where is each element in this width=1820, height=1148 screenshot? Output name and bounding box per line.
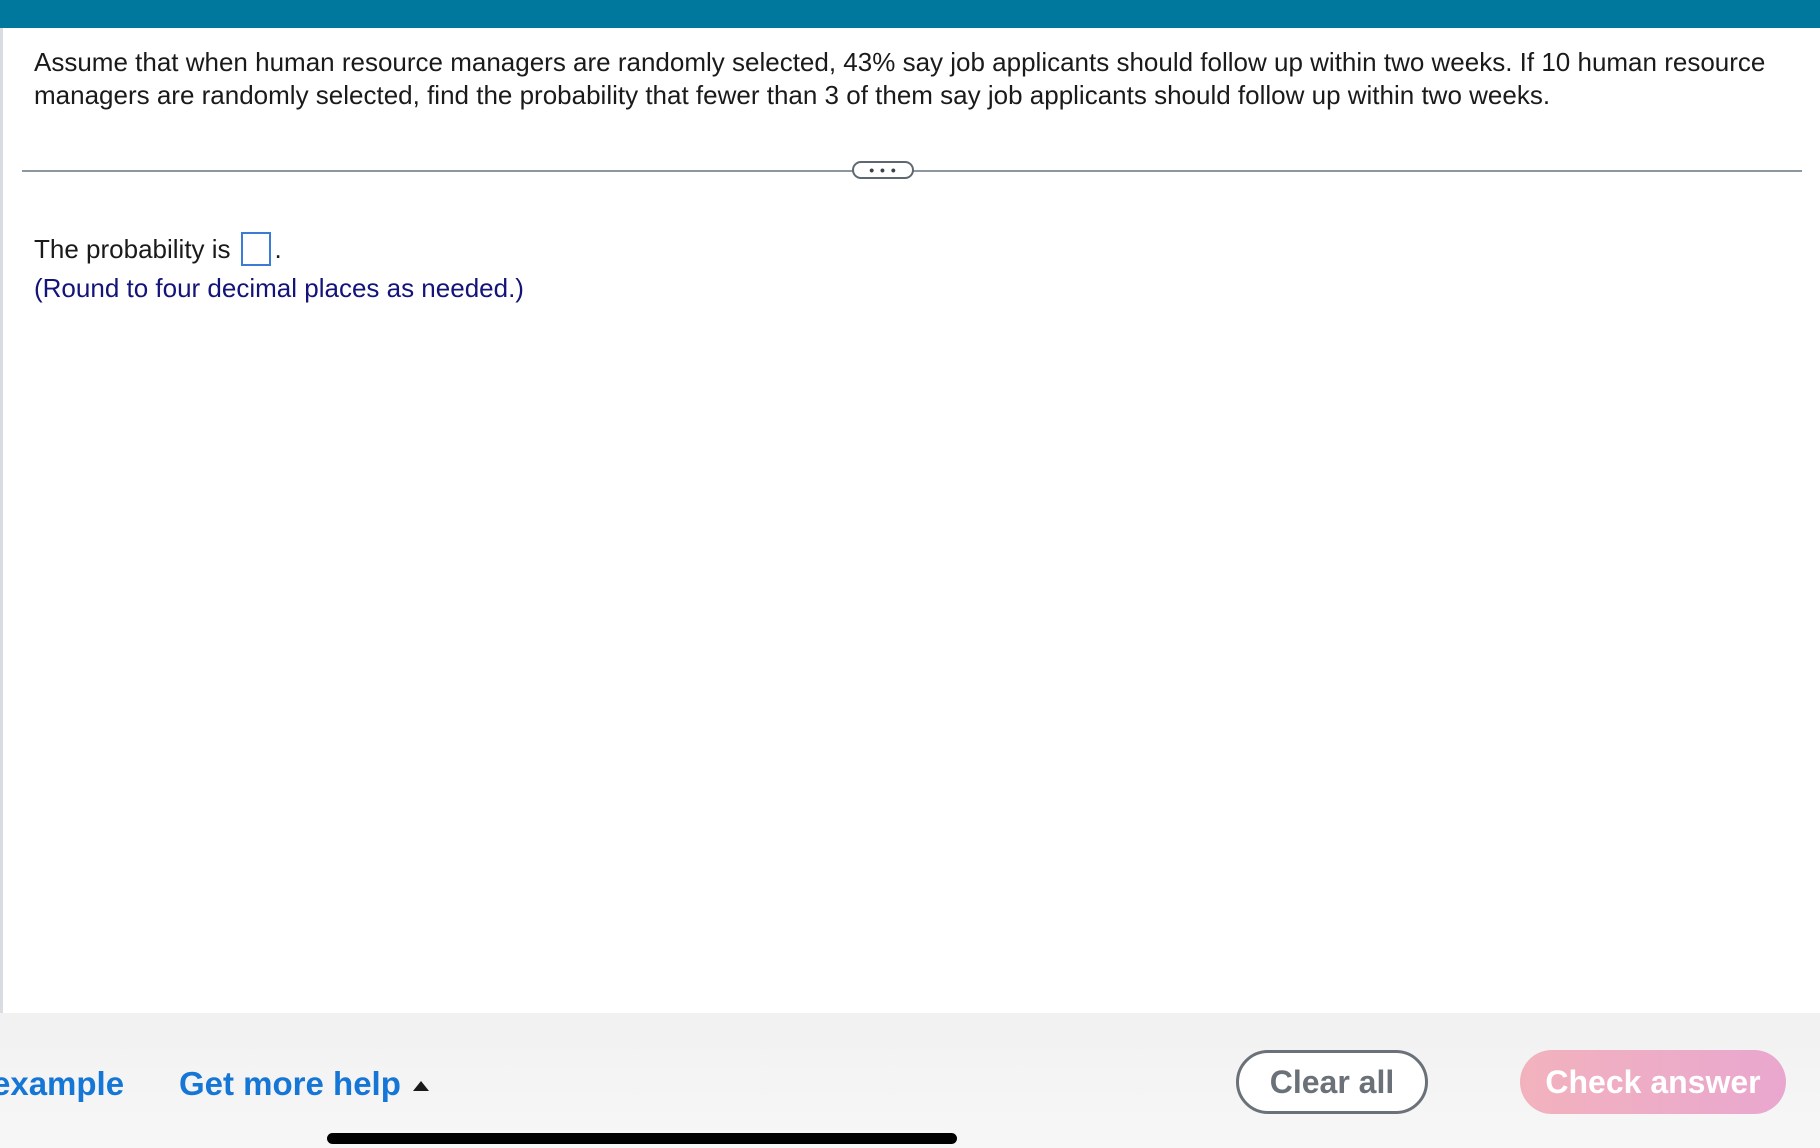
question-text: Assume that when human resource managers… <box>34 47 1766 110</box>
answer-line: The probability is . <box>34 228 282 270</box>
check-answer-button[interactable]: Check answer <box>1520 1050 1786 1114</box>
header-bar <box>0 0 1820 28</box>
get-more-help-label: Get more help <box>179 1065 401 1102</box>
answer-input[interactable] <box>240 232 271 266</box>
answer-prefix: The probability is <box>34 234 231 264</box>
answer-suffix: . <box>274 234 282 264</box>
rounding-hint: (Round to four decimal places as needed.… <box>34 273 524 303</box>
clear-all-button[interactable]: Clear all <box>1236 1050 1428 1114</box>
get-more-help-link[interactable]: Get more help <box>179 1064 429 1104</box>
caret-up-icon <box>412 1081 429 1091</box>
expand-ellipsis-button[interactable]: • • • <box>852 161 914 179</box>
view-example-link[interactable]: example <box>0 1064 124 1104</box>
ellipsis-icon: • • • <box>869 162 897 178</box>
left-border <box>0 28 3 1013</box>
home-indicator <box>327 1133 957 1144</box>
